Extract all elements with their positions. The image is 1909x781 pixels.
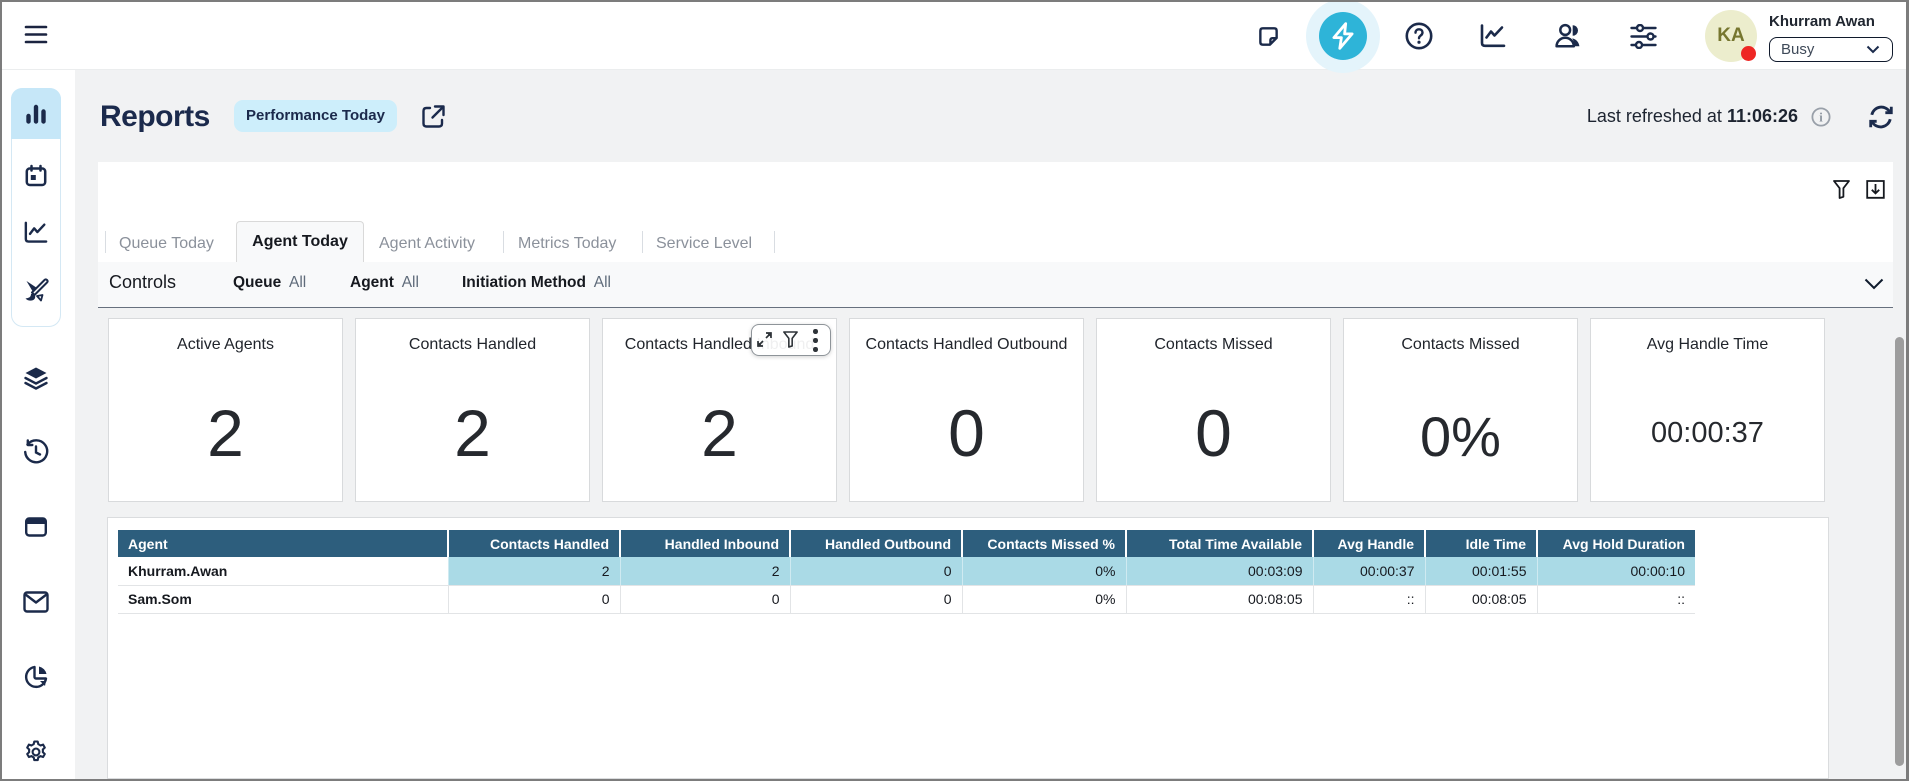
svg-text:i: i bbox=[1819, 111, 1823, 125]
